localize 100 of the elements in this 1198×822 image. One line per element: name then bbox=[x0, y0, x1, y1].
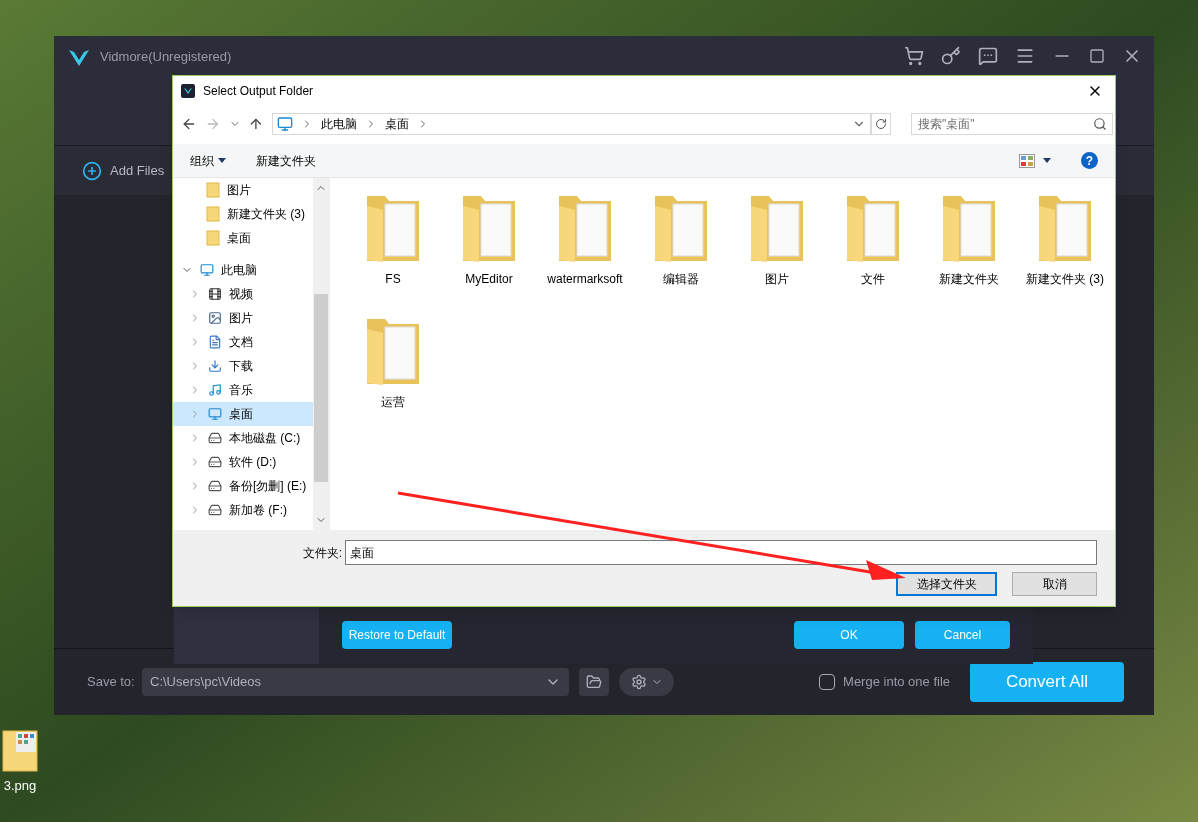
nav-tree-item[interactable]: 下载 bbox=[173, 354, 313, 378]
drive-icon bbox=[208, 479, 222, 493]
settings-icon bbox=[630, 674, 647, 690]
folder-icon bbox=[206, 206, 220, 222]
nav-label: 文档 bbox=[229, 334, 253, 351]
nav-tree-item[interactable]: 本地磁盘 (C:) bbox=[173, 426, 313, 450]
address-bar[interactable]: 此电脑 桌面 bbox=[272, 113, 872, 135]
merge-label: Merge into one file bbox=[843, 673, 950, 692]
refresh-button[interactable] bbox=[871, 113, 891, 135]
menu-icon[interactable] bbox=[1015, 46, 1035, 66]
nav-tree-item[interactable]: 音乐 bbox=[173, 378, 313, 402]
refresh-icon bbox=[875, 118, 888, 130]
save-path-field[interactable]: C:\Users\pc\Videos bbox=[142, 668, 569, 696]
nav-label: 下载 bbox=[229, 358, 253, 375]
file-label: 3.png bbox=[3, 777, 37, 795]
scroll-thumb[interactable] bbox=[314, 294, 328, 482]
nav-tree-item[interactable]: 视频 bbox=[173, 282, 313, 306]
add-files-button[interactable]: Add Files bbox=[82, 160, 165, 181]
nav-tree-item[interactable]: 图片 bbox=[173, 178, 313, 202]
nav-tree-item[interactable]: 文档 bbox=[173, 330, 313, 354]
nav-label: 本地磁盘 (C:) bbox=[229, 430, 301, 447]
music-note-icon bbox=[208, 383, 222, 397]
desktop-icon bbox=[208, 407, 222, 421]
nav-label: 此电脑 bbox=[221, 262, 257, 279]
folder-icon bbox=[206, 230, 220, 246]
caret-icon bbox=[218, 158, 226, 163]
folder-name: 图片 bbox=[764, 271, 790, 288]
nav-tree-item[interactable]: 备份[勿删] (E:) bbox=[173, 474, 313, 498]
folder-name: 新建文件夹 (3) bbox=[1025, 271, 1105, 288]
nav-tree-item[interactable]: 新建文件夹 (3) bbox=[173, 202, 313, 226]
save-to-label: Save to: bbox=[87, 673, 136, 692]
app-logo-icon bbox=[181, 84, 195, 98]
key-icon[interactable] bbox=[941, 46, 961, 66]
folder-name: 新建文件夹 bbox=[938, 271, 1000, 288]
folder-item[interactable]: MyEditor bbox=[441, 190, 537, 313]
folder-item[interactable]: 文件 bbox=[825, 190, 921, 313]
nav-tree-item[interactable]: 此电脑 bbox=[173, 258, 313, 282]
organize-menu-button[interactable]: 组织 bbox=[190, 151, 226, 170]
nav-label: 桌面 bbox=[229, 406, 253, 423]
maximize-icon[interactable] bbox=[1089, 48, 1105, 64]
nav-label: 备份[勿删] (E:) bbox=[229, 478, 307, 495]
chat-icon[interactable] bbox=[978, 46, 998, 66]
folder-name: watermarksoft bbox=[546, 271, 624, 288]
folder-item[interactable]: 运营 bbox=[345, 313, 441, 436]
folder-name: 文件 bbox=[860, 271, 886, 288]
save-path-value: C:\Users\pc\Videos bbox=[149, 673, 263, 692]
breadcrumb-item[interactable]: 此电脑 bbox=[321, 115, 358, 133]
breadcrumb-item[interactable]: 桌面 bbox=[385, 115, 410, 133]
system-drive-icon bbox=[208, 431, 222, 445]
nav-label: 软件 (D:) bbox=[229, 454, 277, 471]
document-icon bbox=[208, 335, 222, 349]
settings-button[interactable] bbox=[619, 668, 674, 696]
merge-checkbox[interactable] bbox=[819, 674, 836, 690]
film-icon bbox=[208, 287, 222, 301]
help-icon[interactable]: ? bbox=[1081, 152, 1098, 169]
add-icon bbox=[82, 160, 102, 181]
back-arrow-icon[interactable] bbox=[181, 116, 197, 132]
nav-tree-item[interactable]: 新加卷 (F:) bbox=[173, 498, 313, 522]
nav-label: 视频 bbox=[229, 286, 253, 303]
computer-icon bbox=[200, 263, 214, 277]
nav-label: 图片 bbox=[229, 310, 253, 327]
folder-item[interactable]: 编辑器 bbox=[633, 190, 729, 313]
nav-tree-item[interactable]: 桌面 bbox=[173, 226, 313, 250]
download-arrow-icon bbox=[208, 359, 222, 373]
drive-icon bbox=[208, 455, 222, 469]
folder-name: MyEditor bbox=[464, 271, 514, 288]
folder-name: 运营 bbox=[380, 394, 406, 411]
folder-icon bbox=[206, 182, 220, 198]
cart-icon[interactable] bbox=[904, 46, 924, 66]
picture-icon bbox=[208, 311, 222, 325]
folder-name: 编辑器 bbox=[662, 271, 700, 288]
nav-tree-item[interactable]: 桌面 bbox=[173, 402, 313, 426]
open-folder-button[interactable] bbox=[579, 668, 609, 696]
view-caret-icon[interactable] bbox=[1043, 158, 1051, 163]
dialog-button[interactable]: 取消 bbox=[1012, 572, 1097, 596]
scrollbar[interactable] bbox=[313, 178, 329, 530]
search-field[interactable]: 搜索"桌面" bbox=[911, 113, 1113, 135]
nav-tree-item[interactable]: 图片 bbox=[173, 306, 313, 330]
image-file-icon[interactable] bbox=[2, 730, 38, 772]
folder-field-label: 文件夹: bbox=[302, 544, 342, 562]
window-title: Vidmore(Unregistered) bbox=[100, 48, 232, 66]
folder-item[interactable]: FS bbox=[345, 190, 441, 313]
nav-label: 新加卷 (F:) bbox=[229, 502, 287, 519]
folder-item[interactable]: 新建文件夹 (3) bbox=[1017, 190, 1113, 313]
folder-name-field[interactable]: 桌面 bbox=[345, 540, 1097, 565]
dialog-button[interactable]: 选择文件夹 bbox=[896, 572, 997, 596]
search-icon bbox=[1093, 117, 1107, 131]
drive-icon bbox=[208, 503, 222, 517]
nav-label: 桌面 bbox=[227, 230, 251, 247]
folder-item[interactable]: watermarksoft bbox=[537, 190, 633, 313]
folder-item[interactable]: 新建文件夹 bbox=[921, 190, 1017, 313]
view-options-icon[interactable] bbox=[1019, 153, 1035, 168]
nav-label: 图片 bbox=[227, 182, 251, 199]
folder-name: FS bbox=[384, 271, 402, 288]
nav-label: 新建文件夹 (3) bbox=[227, 206, 305, 223]
folder-item[interactable]: 图片 bbox=[729, 190, 825, 313]
new-folder-button[interactable]: 新建文件夹 bbox=[256, 151, 316, 170]
nav-label: 音乐 bbox=[229, 382, 253, 399]
dialog-title: Select Output Folder bbox=[203, 83, 314, 100]
nav-tree-item[interactable]: 软件 (D:) bbox=[173, 450, 313, 474]
